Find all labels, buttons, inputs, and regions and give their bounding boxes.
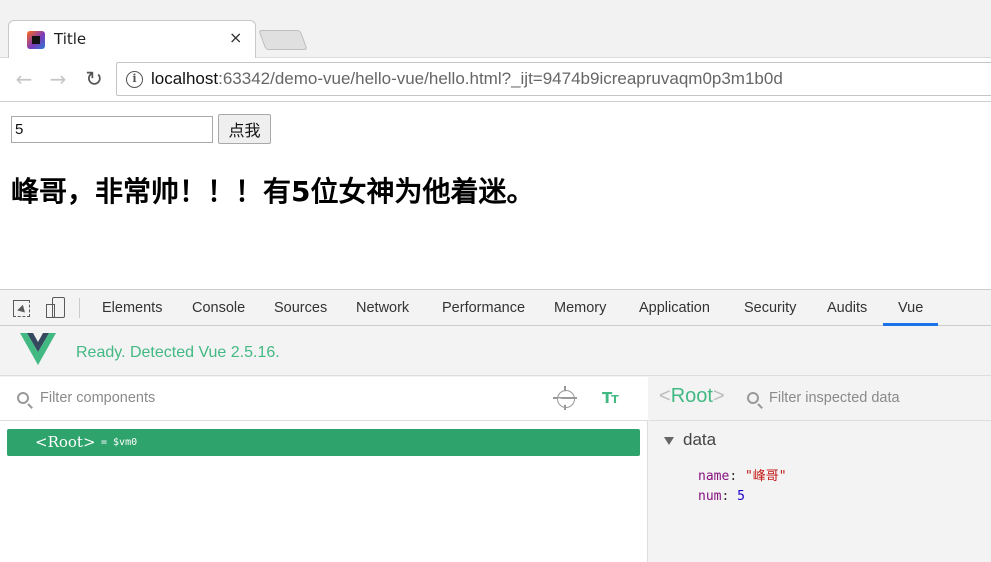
page-content: 点我 峰哥，非常帅！！！有5位女神为他着迷。 <box>0 103 991 289</box>
data-prop-row[interactable]: num: 5 <box>698 489 745 504</box>
data-section-label[interactable]: data <box>683 430 716 450</box>
inspector-pane: <Root> Filter inspected data data name: … <box>649 377 991 562</box>
tab-performance[interactable]: Performance <box>442 300 525 316</box>
browser-tab[interactable]: Title × <box>8 20 256 58</box>
filter-components-input[interactable]: Filter components <box>40 390 155 406</box>
device-toggle-icon[interactable] <box>46 297 66 319</box>
filter-components-bar: Filter components TT <box>0 377 648 421</box>
tab-title: Title <box>54 30 87 48</box>
inspector-header: <Root> Filter inspected data <box>649 377 991 421</box>
devtools-tab-bar: Elements Console Sources Network Perform… <box>0 290 991 326</box>
tab-console[interactable]: Console <box>192 300 245 316</box>
forward-arrow-icon[interactable]: → <box>46 66 70 92</box>
data-prop-row[interactable]: name: "峰哥" <box>698 465 787 484</box>
component-name: <Root> <box>35 433 96 451</box>
active-tab-indicator <box>883 323 938 326</box>
tab-application[interactable]: Application <box>639 300 710 316</box>
component-row-root[interactable]: <Root> = $vm0 <box>7 429 640 456</box>
info-icon[interactable]: i <box>126 71 143 88</box>
click-me-button[interactable]: 点我 <box>218 114 271 144</box>
tab-close-icon[interactable]: × <box>229 28 242 47</box>
num-input[interactable] <box>11 116 213 143</box>
search-icon <box>17 392 29 404</box>
browser-toolbar: ← → ↻ i localhost:63342/demo-vue/hello-v… <box>0 58 991 102</box>
url-text[interactable]: localhost:63342/demo-vue/hello-vue/hello… <box>151 69 783 89</box>
text-size-icon[interactable]: TT <box>602 389 619 407</box>
collapse-arrow-icon[interactable] <box>664 437 674 445</box>
reload-icon[interactable]: ↻ <box>82 66 106 92</box>
tab-network[interactable]: Network <box>356 300 409 316</box>
inspect-element-icon[interactable] <box>13 300 30 317</box>
tab-memory[interactable]: Memory <box>554 300 606 316</box>
vue-devtools-header: Ready. Detected Vue 2.5.16. <box>0 327 991 376</box>
tab-sources[interactable]: Sources <box>274 300 327 316</box>
tab-audits[interactable]: Audits <box>827 300 867 316</box>
new-tab-button[interactable] <box>258 30 308 50</box>
devtools-panel: Elements Console Sources Network Perform… <box>0 289 991 562</box>
search-icon <box>747 392 759 404</box>
component-vm-ref: = $vm0 <box>101 437 138 448</box>
tab-elements[interactable]: Elements <box>102 300 162 316</box>
page-heading: 峰哥，非常帅！！！有5位女神为他着迷。 <box>11 175 535 208</box>
back-arrow-icon[interactable]: ← <box>12 66 36 92</box>
divider <box>79 298 80 318</box>
browser-tab-strip: Title × <box>0 0 991 58</box>
address-bar[interactable]: i localhost:63342/demo-vue/hello-vue/hel… <box>116 62 991 96</box>
vue-status-text: Ready. Detected Vue 2.5.16. <box>76 344 280 361</box>
component-tree-pane: Filter components TT <Root> = $vm0 <box>0 377 648 562</box>
url-host: localhost <box>151 69 219 88</box>
url-path: :63342/demo-vue/hello-vue/hello.html?_ij… <box>218 69 783 88</box>
target-icon[interactable] <box>557 390 575 408</box>
favicon-icon <box>27 31 45 49</box>
vue-logo <box>20 333 56 365</box>
filter-inspected-input[interactable]: Filter inspected data <box>769 390 900 406</box>
tab-security[interactable]: Security <box>744 300 796 316</box>
inspected-component-label: <Root> <box>659 385 725 407</box>
tab-vue[interactable]: Vue <box>898 300 923 316</box>
